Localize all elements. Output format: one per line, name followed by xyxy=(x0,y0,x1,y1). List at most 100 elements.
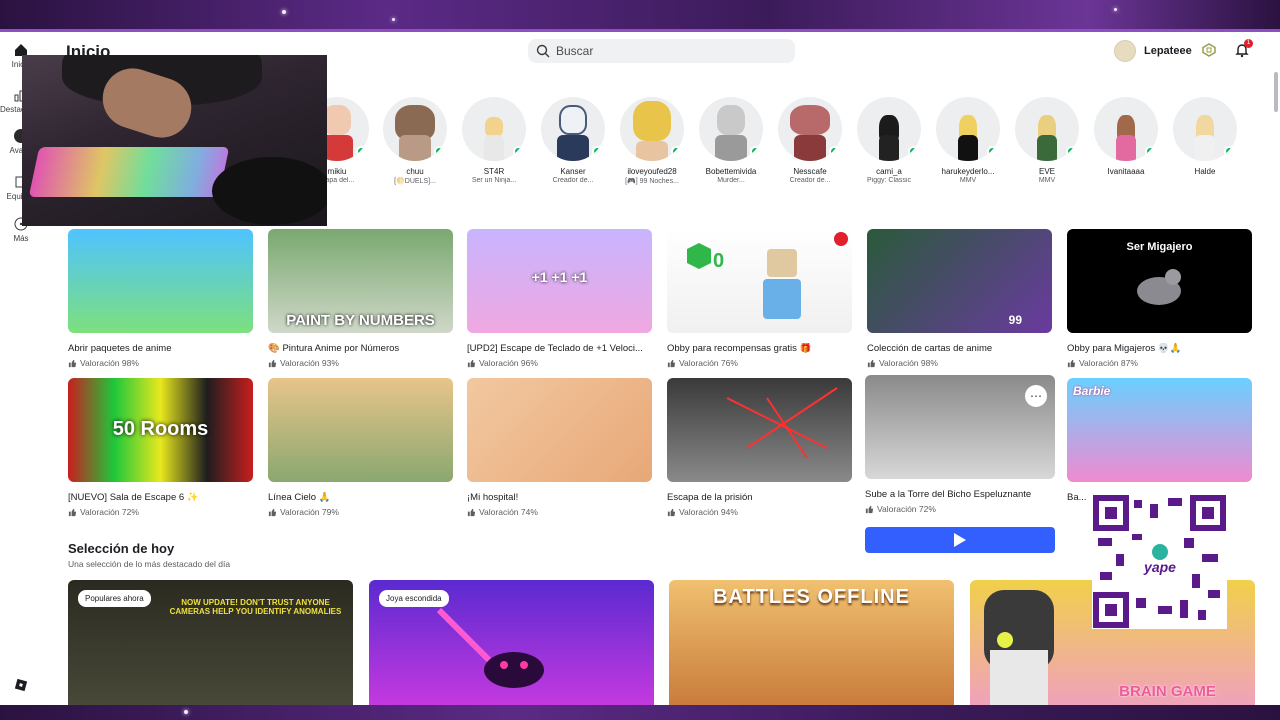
game-thumbnail: PAINT BY NUMBERS xyxy=(268,229,453,333)
game-thumbnail: 0 xyxy=(667,229,852,333)
game-rating-text: Valoración 79% xyxy=(280,507,339,517)
scrollbar[interactable] xyxy=(1274,72,1278,112)
game-rating-text: Valoración 87% xyxy=(1079,358,1138,368)
thumbnail-text: +1 +1 +1 xyxy=(531,269,588,285)
friend-item[interactable]: Halde xyxy=(1170,97,1240,177)
game-thumbnail xyxy=(68,229,253,333)
featured-tag: Populares ahora xyxy=(78,590,151,607)
spider-art xyxy=(436,607,544,688)
friend-item[interactable]: Kanser Creador de... xyxy=(538,97,608,184)
yape-qr-code: yape xyxy=(1092,494,1227,629)
qr-brand-label: yape xyxy=(1143,559,1176,575)
game-card[interactable]: Línea Cielo 🙏 Valoración 79% xyxy=(268,378,453,517)
friend-item[interactable]: Ivanitaaaa xyxy=(1091,97,1161,177)
friend-status: MMV xyxy=(1038,177,1056,184)
online-indicator xyxy=(1145,146,1156,157)
game-thumbnail: 50 Rooms xyxy=(68,378,253,482)
game-thumbnail xyxy=(268,378,453,482)
game-thumbnail: Barbie xyxy=(1067,378,1252,482)
game-title: ¡Mi hospital! xyxy=(467,492,519,503)
game-card[interactable]: 99 Colección de cartas de anime Valoraci… xyxy=(867,229,1052,368)
thumbs-up-icon xyxy=(68,359,77,367)
game-title: Escapa de la prisión xyxy=(667,492,753,503)
webcam-overlay xyxy=(22,55,327,226)
thumbnail-text: 99 xyxy=(1008,313,1022,327)
search-input[interactable]: Buscar xyxy=(528,39,795,63)
play-button[interactable] xyxy=(865,527,1055,553)
online-indicator xyxy=(908,146,919,157)
stream-frame-top xyxy=(0,0,1280,32)
game-rating: Valoración 94% xyxy=(667,507,852,517)
online-indicator xyxy=(1224,146,1235,157)
game-rating: Valoración 96% xyxy=(467,358,652,368)
game-card[interactable]: Escapa de la prisión Valoración 94% xyxy=(667,378,852,517)
friend-head xyxy=(485,117,503,137)
robux-reward-art: 0 xyxy=(687,232,848,319)
game-title: 🎨 Pintura Anime por Números xyxy=(268,343,400,354)
friend-item[interactable]: iloveyoufed28 [🎮] 99 Noches... xyxy=(617,97,687,185)
friend-item[interactable]: Nesscafe Creador de... xyxy=(775,97,845,184)
game-rating: Valoración 98% xyxy=(867,358,1052,368)
game-card[interactable]: Ser Migajero Obby para Migajeros 💀🙏 Valo… xyxy=(1067,229,1252,368)
friend-status: Piggy: Classic xyxy=(867,177,911,184)
game-rating-text: Valoración 93% xyxy=(280,358,339,368)
featured-card[interactable]: Joya escondida xyxy=(369,580,654,705)
game-thumbnail: 99 xyxy=(867,229,1052,333)
username: Lepateee xyxy=(1144,45,1192,57)
rgb-keyboard xyxy=(28,147,230,197)
sparkle xyxy=(184,710,188,714)
game-card[interactable]: PAINT BY NUMBERS 🎨 Pintura Anime por Núm… xyxy=(268,229,453,368)
game-card[interactable]: 50 Rooms [NUEVO] Sala de Escape 6 ✨ Valo… xyxy=(68,378,253,517)
sparkle xyxy=(1114,8,1117,11)
game-card[interactable]: Abrir paquetes de anime Valoración 98% xyxy=(68,229,253,368)
online-indicator xyxy=(829,146,840,157)
friend-name: Kanser xyxy=(560,167,586,176)
friend-avatar xyxy=(699,97,763,161)
friend-item[interactable]: Bobettemivida Murder... xyxy=(696,97,766,184)
friend-name: EVE xyxy=(1038,167,1055,176)
friend-status: Creador de... xyxy=(552,177,594,184)
game-card[interactable]: ¡Mi hospital! Valoración 74% xyxy=(467,378,652,517)
pigeon-art xyxy=(1137,269,1181,305)
roblox-logo-icon[interactable] xyxy=(14,678,28,692)
friend-item[interactable]: cami_a Piggy: Classic xyxy=(854,97,924,184)
game-thumbnail xyxy=(667,378,852,482)
thumbs-up-icon xyxy=(467,359,476,367)
friend-body xyxy=(1037,135,1057,161)
friend-body xyxy=(1116,135,1136,161)
game-rating: Valoración 76% xyxy=(667,358,852,368)
friend-body xyxy=(484,135,504,161)
more-options-button[interactable]: ⋯ xyxy=(1025,385,1047,407)
game-card[interactable]: Barbie Ba... xyxy=(1067,378,1252,503)
section-title[interactable]: Selección de hoy xyxy=(68,541,174,556)
featured-card[interactable]: BATTLES OFFLINE xyxy=(669,580,954,705)
game-card[interactable]: 0 Obby para recompensas gratis 🎁 Valorac… xyxy=(667,229,852,368)
friend-item[interactable]: ST4R Ser un Ninja... xyxy=(459,97,529,184)
game-card[interactable]: +1 +1 +1 [UPD2] Escape de Teclado de +1 … xyxy=(467,229,652,368)
friend-status: [🌕DUELS]... xyxy=(394,178,436,185)
section-subtitle: Una selección de lo más destacado del dí… xyxy=(68,559,231,569)
friend-avatar xyxy=(1094,97,1158,161)
friend-item[interactable]: harukeyderlo... MMV xyxy=(933,97,1003,184)
featured-card[interactable]: Populares ahora NOW UPDATE! DON'T TRUST … xyxy=(68,580,353,705)
game-rating-text: Valoración 76% xyxy=(679,358,738,368)
avatar xyxy=(1114,40,1136,62)
online-indicator xyxy=(513,146,524,157)
friend-item[interactable]: EVE MMV xyxy=(1012,97,1082,184)
game-rating: Valoración 79% xyxy=(268,507,453,517)
game-rating-text: Valoración 94% xyxy=(679,507,738,517)
robux-icon[interactable] xyxy=(1202,43,1216,57)
thumbnail-text: BATTLES OFFLINE xyxy=(713,586,910,608)
game-rating-text: Valoración 98% xyxy=(879,358,938,368)
game-rating-text: Valoración 96% xyxy=(479,358,538,368)
game-title: Abrir paquetes de anime xyxy=(68,343,172,354)
friend-item[interactable]: chuu [🌕DUELS]... xyxy=(380,97,450,185)
friend-body xyxy=(399,135,431,161)
thumbs-up-icon xyxy=(268,508,277,516)
friend-status: Creador de... xyxy=(789,177,831,184)
friend-status: [🎮] 99 Noches... xyxy=(625,178,679,185)
friend-avatar xyxy=(1173,97,1237,161)
online-indicator xyxy=(1066,146,1077,157)
user-menu[interactable]: Lepateee xyxy=(1114,39,1192,63)
thumbnail-text: 50 Rooms xyxy=(112,418,209,440)
